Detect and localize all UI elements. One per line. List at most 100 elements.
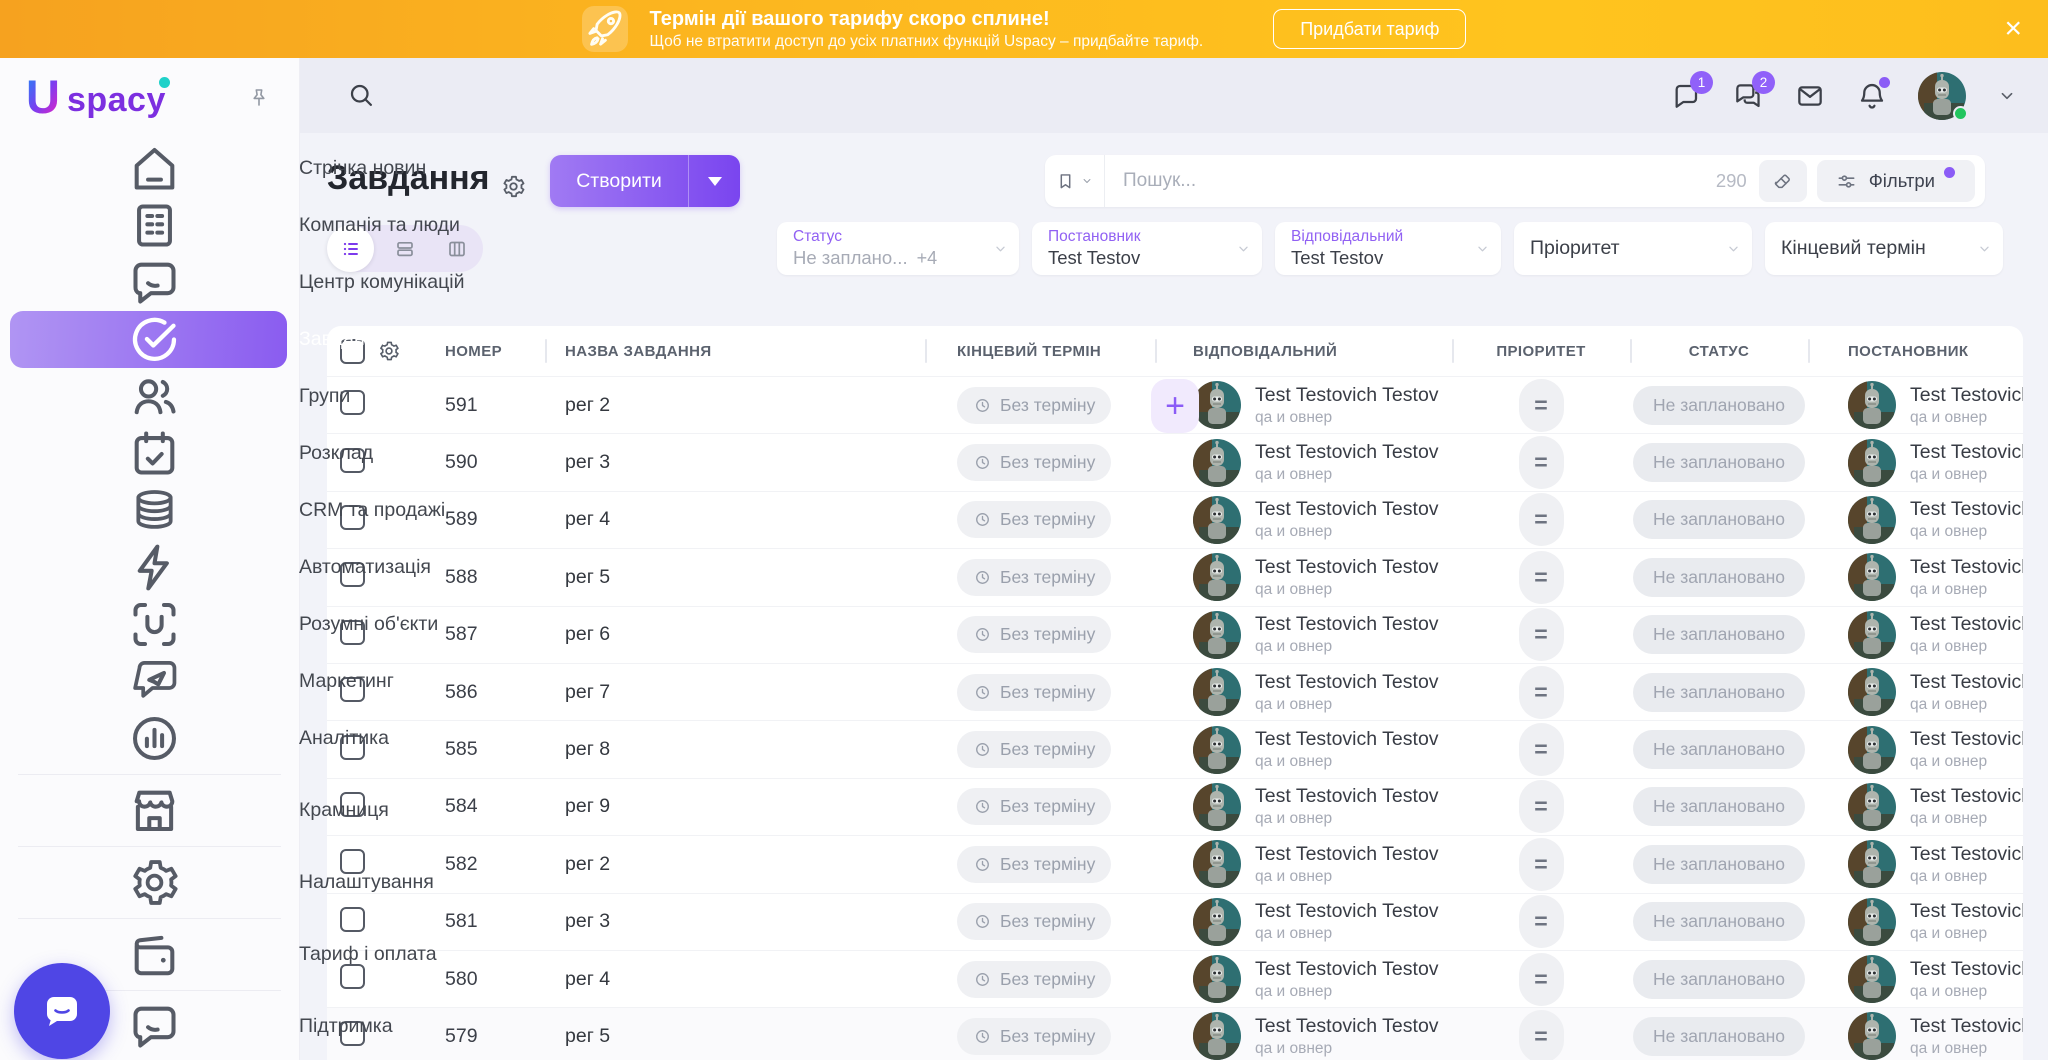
support-chat-widget[interactable] bbox=[14, 963, 110, 1059]
priority-pill[interactable]: = bbox=[1519, 1010, 1564, 1060]
status-badge[interactable]: Не заплановано bbox=[1633, 673, 1805, 712]
filter-chip-2[interactable]: Постановник Test Testov bbox=[1032, 222, 1262, 275]
status-badge[interactable]: Не заплановано bbox=[1633, 1017, 1805, 1056]
sidebar-item-groups[interactable]: Групи bbox=[10, 368, 287, 425]
column-header-author[interactable]: ПОСТАНОВНИК bbox=[1808, 326, 2023, 376]
status-badge[interactable]: Не заплановано bbox=[1633, 386, 1805, 425]
filter-chip-3[interactable]: Відповідальний Test Testov bbox=[1275, 222, 1501, 275]
deadline-pill[interactable]: Без терміну bbox=[957, 501, 1111, 538]
sidebar-item-automation[interactable]: Автоматизація bbox=[10, 539, 287, 596]
column-header-deadline[interactable]: КІНЦЕВИЙ ТЕРМІН bbox=[925, 326, 1155, 376]
status-badge[interactable]: Не заплановано bbox=[1633, 845, 1805, 884]
uspacy-logo[interactable]: U spacy bbox=[26, 76, 166, 118]
priority-pill[interactable]: = bbox=[1519, 780, 1564, 833]
priority-pill[interactable]: = bbox=[1519, 436, 1564, 489]
task-name[interactable]: рег 5 bbox=[565, 566, 610, 588]
column-header-status[interactable]: СТАТУС bbox=[1630, 326, 1808, 376]
sidebar-item-company-people[interactable]: Компанія та люди bbox=[10, 197, 287, 254]
priority-pill[interactable]: = bbox=[1519, 666, 1564, 719]
deadline-pill[interactable]: Без терміну bbox=[957, 444, 1111, 481]
close-icon[interactable]: × bbox=[2004, 14, 2022, 44]
clock-icon bbox=[973, 453, 992, 472]
sidebar-item-crm-sales[interactable]: CRM та продажі bbox=[10, 482, 287, 539]
filter-chip-5[interactable]: Кінцевий термін bbox=[1765, 222, 2003, 275]
sidebar-item-communications[interactable]: Центр комунікацій bbox=[10, 254, 287, 311]
notifications-bell-icon[interactable] bbox=[1856, 80, 1888, 112]
task-name[interactable]: рег 7 bbox=[565, 681, 610, 703]
status-badge[interactable]: Не заплановано bbox=[1633, 500, 1805, 539]
task-name[interactable]: рег 3 bbox=[565, 451, 610, 473]
filter-chip-1[interactable]: Статус Не заплано... +4 bbox=[777, 222, 1019, 275]
task-name[interactable]: рег 4 bbox=[565, 508, 610, 530]
create-task-dropdown-button[interactable] bbox=[688, 155, 740, 207]
sidebar-item-tasks[interactable]: Завдання bbox=[10, 311, 287, 368]
priority-pill[interactable]: = bbox=[1519, 838, 1564, 891]
deadline-pill[interactable]: Без терміну bbox=[957, 961, 1111, 998]
column-header-priority[interactable]: ПРІОРИТЕТ bbox=[1452, 326, 1630, 376]
clock-icon bbox=[973, 912, 992, 931]
clear-filters-eraser-button[interactable] bbox=[1759, 160, 1807, 202]
user-avatar[interactable] bbox=[1918, 72, 1966, 120]
task-name[interactable]: рег 3 bbox=[565, 910, 610, 932]
task-name[interactable]: рег 4 bbox=[565, 968, 610, 990]
status-badge[interactable]: Не заплановано bbox=[1633, 787, 1805, 826]
author-name: Test Testovich bbox=[1910, 556, 2023, 579]
row-checkbox[interactable] bbox=[340, 964, 365, 989]
sidebar-item-store[interactable]: Крамниця bbox=[10, 782, 287, 839]
status-badge[interactable]: Не заплановано bbox=[1633, 730, 1805, 769]
sidebar-item-news-feed[interactable]: Стрічка новин bbox=[10, 140, 287, 197]
status-badge[interactable]: Не заплановано bbox=[1633, 960, 1805, 999]
clock-icon bbox=[973, 568, 992, 587]
sidebar-item-marketing[interactable]: Маркетинг bbox=[10, 653, 287, 710]
filters-button[interactable]: Фільтри bbox=[1817, 160, 1975, 202]
deadline-pill[interactable]: Без терміну bbox=[957, 387, 1111, 424]
filter-chip-4[interactable]: Пріоритет bbox=[1514, 222, 1752, 275]
deadline-pill[interactable]: Без терміну bbox=[957, 616, 1111, 653]
task-name[interactable]: рег 9 bbox=[565, 795, 610, 817]
sidebar-item-analytics[interactable]: Аналітика bbox=[10, 710, 287, 767]
task-name[interactable]: рег 5 bbox=[565, 1025, 610, 1047]
priority-pill[interactable]: = bbox=[1519, 493, 1564, 546]
status-badge[interactable]: Не заплановано bbox=[1633, 615, 1805, 654]
sidebar-item-settings[interactable]: Налаштування bbox=[10, 854, 287, 911]
task-name[interactable]: рег 8 bbox=[565, 738, 610, 760]
page-settings-gear-icon[interactable] bbox=[500, 173, 527, 200]
priority-pill[interactable]: = bbox=[1519, 551, 1564, 604]
priority-pill[interactable]: = bbox=[1519, 953, 1564, 1006]
status-badge[interactable]: Не заплановано bbox=[1633, 443, 1805, 482]
create-task-button[interactable]: Створити bbox=[550, 155, 688, 207]
column-header-responsible[interactable]: ВІДПОВІДАЛЬНИЙ bbox=[1155, 326, 1452, 376]
buy-tariff-button[interactable]: Придбати тариф bbox=[1273, 9, 1466, 49]
pin-sidebar-icon[interactable] bbox=[247, 86, 271, 115]
deadline-pill[interactable]: Без терміну bbox=[957, 788, 1111, 825]
deadline-pill[interactable]: Без терміну bbox=[957, 1018, 1111, 1055]
deadline-pill[interactable]: Без терміну bbox=[957, 674, 1111, 711]
task-name[interactable]: рег 2 bbox=[565, 853, 610, 875]
comments-icon[interactable]: 1 bbox=[1670, 80, 1702, 112]
sidebar-item-schedule[interactable]: Розклад bbox=[10, 425, 287, 482]
deadline-pill[interactable]: Без терміну bbox=[957, 846, 1111, 883]
saved-filters-button[interactable] bbox=[1045, 155, 1105, 207]
sidebar-item-smart-objects[interactable]: Розумні об'єкти bbox=[10, 596, 287, 653]
responsible-name: Test Testovich Testov bbox=[1255, 498, 1439, 521]
add-task-plus-button[interactable]: + bbox=[1151, 379, 1199, 433]
mail-icon[interactable] bbox=[1794, 80, 1826, 112]
priority-pill[interactable]: = bbox=[1519, 895, 1564, 948]
status-badge[interactable]: Не заплановано bbox=[1633, 902, 1805, 941]
search-icon[interactable] bbox=[346, 80, 376, 110]
row-checkbox[interactable] bbox=[340, 907, 365, 932]
task-name[interactable]: рег 2 bbox=[565, 394, 610, 416]
column-header-number[interactable]: НОМЕР bbox=[419, 326, 545, 376]
priority-pill[interactable]: = bbox=[1519, 723, 1564, 776]
deadline-pill[interactable]: Без терміну bbox=[957, 731, 1111, 768]
profile-chevron-down-icon[interactable] bbox=[1996, 85, 2018, 107]
deadline-pill[interactable]: Без терміну bbox=[957, 559, 1111, 596]
column-header-task-name[interactable]: НАЗВА ЗАВДАННЯ bbox=[545, 326, 925, 376]
search-input[interactable] bbox=[1105, 170, 1716, 192]
status-badge[interactable]: Не заплановано bbox=[1633, 558, 1805, 597]
priority-pill[interactable]: = bbox=[1519, 608, 1564, 661]
deadline-pill[interactable]: Без терміну bbox=[957, 903, 1111, 940]
task-name[interactable]: рег 6 bbox=[565, 623, 610, 645]
priority-pill[interactable]: = bbox=[1519, 379, 1564, 432]
messenger-icon[interactable]: 2 bbox=[1732, 80, 1764, 112]
